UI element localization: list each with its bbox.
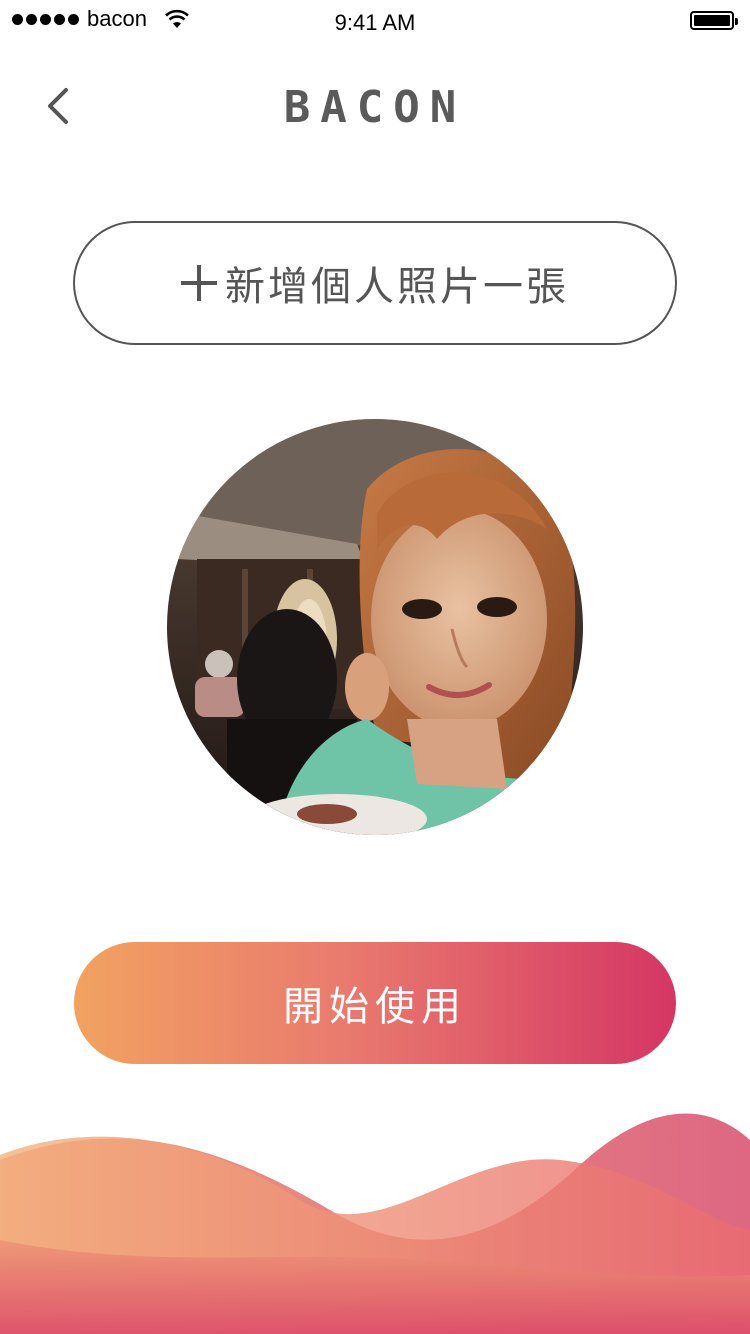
battery-icon bbox=[690, 11, 738, 30]
profile-photo[interactable] bbox=[167, 419, 583, 835]
app-logo: BACON bbox=[283, 82, 467, 133]
status-time: 9:41 AM bbox=[334, 10, 416, 35]
start-button[interactable]: 開始使用 bbox=[74, 942, 676, 1064]
add-photo-label: 新增個人照片一張 bbox=[225, 264, 569, 310]
status-bar: bacon 9:41 AM bbox=[0, 0, 750, 40]
add-photo-button[interactable]: 新增個人照片一張 bbox=[73, 221, 677, 345]
plus-icon bbox=[181, 265, 217, 301]
profile-photo-image bbox=[167, 419, 583, 835]
decorative-waves bbox=[0, 1113, 750, 1334]
